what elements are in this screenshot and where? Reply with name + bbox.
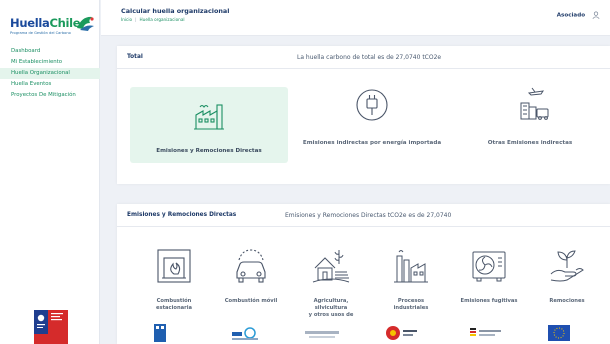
undp-logo: [154, 324, 166, 342]
gobierno-chile-logo: [34, 310, 68, 344]
card-divider: [117, 68, 610, 69]
farm-icon: [312, 250, 350, 283]
sidebar-item-huella-eventos[interactable]: Huella Eventos: [0, 79, 100, 90]
tile-label: Otras Emisiones indirectas: [487, 140, 573, 146]
sidebar-item-huella-organizacional[interactable]: Huella Organizacional: [0, 68, 100, 79]
user-menu[interactable]: Asociado: [557, 11, 600, 19]
emisiones-directas-card: Emisiones y Remociones Directas Emisione…: [117, 204, 610, 344]
fireplace-icon: [157, 249, 191, 283]
total-card: Total La huella carbono de total es de 2…: [117, 46, 610, 184]
partner-logo-gray: [305, 331, 339, 338]
tile-emisiones-indirectas-energia[interactable]: Emisiones indirectas por energía importa…: [297, 87, 447, 163]
total-footprint-summary: La huella carbono de total es de 27,0740…: [297, 54, 442, 61]
tile-label: Procesos industriales: [393, 298, 429, 311]
breadcrumb-home[interactable]: Inicio: [121, 17, 132, 22]
tile-label: Emisiones y Remociones Directas: [156, 148, 262, 154]
page-title: Calcular huella organizacional: [121, 7, 230, 15]
tile-label: Combustión estacionaria: [155, 298, 193, 311]
tile-label: Emisiones fugitivas: [460, 298, 518, 304]
sidebar: HuellaChile Programa de Gestión del Carb…: [0, 0, 100, 344]
car-icon: [236, 249, 266, 283]
tile-label: Combustión móvil: [224, 298, 278, 304]
huellachile-logo[interactable]: HuellaChile Programa de Gestión del Carb…: [10, 16, 94, 40]
total-card-title: Total: [127, 54, 143, 60]
eu-flag-logo: [548, 325, 570, 341]
top-header: Calcular huella organizacional Inicio | Hu…: [101, 0, 610, 36]
city-transport-icon: [520, 87, 549, 120]
breadcrumb: Inicio | Huella organizacional: [121, 17, 185, 22]
sidebar-item-mi-establecimiento[interactable]: Mi Establecimiento: [0, 57, 100, 68]
sidebar-item-proyectos-mitigacion[interactable]: Proyectos De Mitigación: [0, 90, 100, 101]
tile-otras-emisiones-indirectas[interactable]: Otras Emisiones indirectas: [455, 87, 605, 163]
user-role-label: Asociado: [556, 12, 586, 19]
partner-logo-spain: [386, 326, 417, 340]
sidebar-nav: Dashboard Mi Establecimiento Huella Orga…: [0, 46, 100, 101]
emisiones-directas-summary: Emisiones y Remociones Directas tCO2e es…: [285, 212, 452, 219]
emisiones-card-title: Emisiones y Remociones Directas: [127, 212, 237, 218]
chile-map-icon: [77, 16, 94, 31]
plant-hand-icon: [550, 250, 584, 282]
fan-unit-icon: [472, 251, 506, 282]
card-divider: [117, 226, 610, 227]
factory-icon: [194, 104, 224, 130]
ndc-partnership-logo: [232, 327, 258, 340]
breadcrumb-separator: |: [135, 17, 137, 22]
plug-icon: [356, 89, 388, 121]
sidebar-item-dashboard[interactable]: Dashboard: [0, 46, 100, 57]
user-icon: [592, 11, 600, 19]
tile-label: Emisiones indirectas por energía importa…: [302, 140, 442, 146]
tile-emisiones-directas[interactable]: Emisiones y Remociones Directas: [130, 87, 288, 163]
tile-label: Remociones: [549, 298, 585, 304]
partner-logo-germany: [470, 328, 501, 336]
industry-icon: [394, 250, 428, 283]
tile-label: Agricultura, silvicultura y otros usos d…: [308, 298, 354, 318]
breadcrumb-current: Huella organizacional: [139, 17, 185, 22]
